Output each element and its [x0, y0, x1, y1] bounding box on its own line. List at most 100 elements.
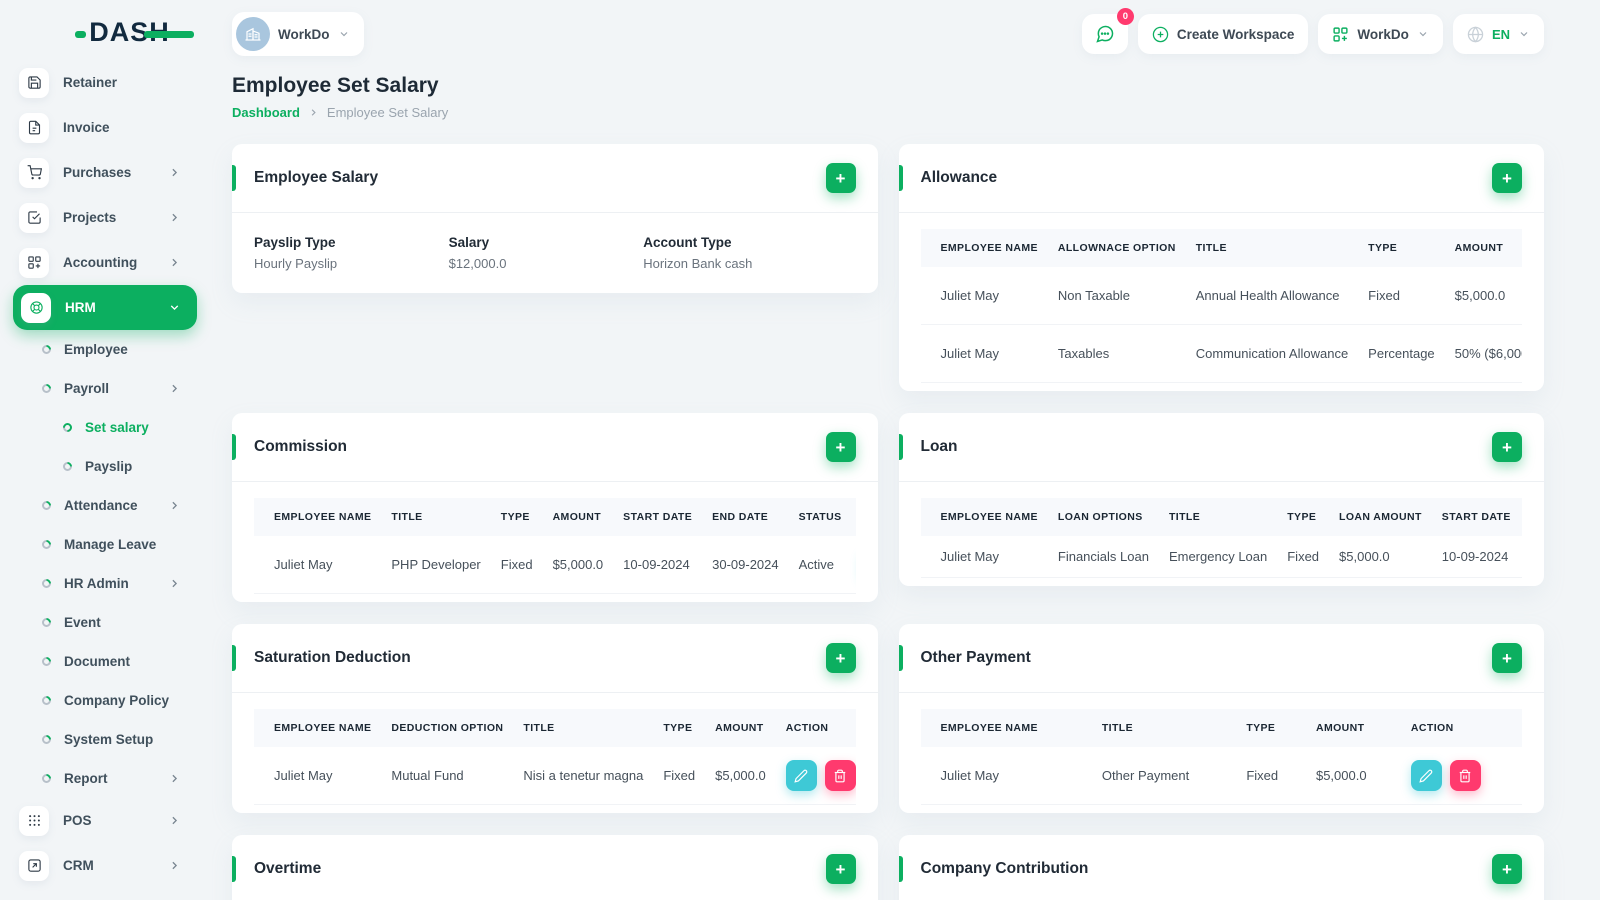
column-header: AMOUNT	[542, 498, 614, 536]
card-employee-salary: Employee Salary + Payslip Type Hourly Pa…	[232, 144, 878, 293]
cell: Juliet May	[254, 747, 382, 805]
add-saturation-deduction-button[interactable]: +	[825, 643, 856, 673]
field-label: Salary	[448, 235, 490, 250]
sidebar-item-projects[interactable]: Projects	[13, 195, 197, 240]
breadcrumb-dashboard-link[interactable]: Dashboard	[232, 105, 300, 120]
chevron-down-icon	[168, 301, 181, 314]
sidebar-item-label: Payslip	[85, 459, 133, 474]
sidebar-item-set-salary[interactable]: Set salary	[13, 408, 197, 447]
column-header: TITLE	[1091, 709, 1237, 747]
sidebar-item-hr-admin[interactable]: HR Admin	[13, 564, 197, 603]
breadcrumb-current: Employee Set Salary	[326, 105, 449, 120]
sidebar-item-document[interactable]: Document	[13, 642, 197, 681]
edit-button[interactable]	[785, 760, 817, 791]
bullet-icon	[40, 538, 53, 551]
cell-actions	[851, 536, 856, 594]
sidebar-item-retainer[interactable]: Retainer	[13, 60, 197, 105]
card-title: Commission	[254, 438, 348, 455]
sidebar-item-hrm[interactable]: HRM	[13, 285, 197, 330]
projects-icon	[19, 202, 49, 233]
bullet-icon	[40, 382, 53, 395]
add-commission-button[interactable]: +	[825, 432, 856, 462]
language-selector[interactable]: EN	[1452, 14, 1544, 54]
column-header: EMPLOYEE NAME	[920, 709, 1092, 747]
other-payment-table: EMPLOYEE NAME TITLE TYPE AMOUNT ACTION Juliet…	[920, 709, 1522, 805]
cell: 50% ($6,000.0)	[1444, 324, 1522, 383]
cell: 10-09-2024	[1431, 536, 1521, 578]
cell: Fixed	[653, 747, 706, 805]
sidebar-item-report[interactable]: Report	[13, 759, 197, 798]
chevron-right-icon	[168, 577, 181, 590]
cell: Non Taxable	[1047, 267, 1186, 325]
bullet-icon	[61, 460, 74, 473]
chevron-right-icon	[308, 107, 319, 118]
chevron-down-icon	[1417, 28, 1429, 40]
cell: Annual Health Allowance	[1185, 267, 1359, 325]
purchases-icon	[19, 157, 49, 188]
column-header: EMPLOYEE NAME	[254, 498, 382, 536]
globe-icon	[1467, 25, 1484, 43]
sidebar-item-event[interactable]: Event	[13, 603, 197, 642]
messages-button[interactable]: 0	[1081, 8, 1134, 54]
sidebar-item-company-policy[interactable]: Company Policy	[13, 681, 197, 720]
sidebar-item-system-setup[interactable]: System Setup	[13, 720, 197, 759]
sidebar-item-employee[interactable]: Employee	[13, 330, 197, 369]
card-overtime: Overtime +	[232, 835, 878, 900]
workdo-menu-button[interactable]: WorkDo	[1318, 14, 1443, 54]
bullet-icon	[40, 616, 53, 629]
sidebar-item-purchases[interactable]: Purchases	[13, 150, 197, 195]
sidebar-item-label: POS	[63, 813, 92, 828]
cell: Fixed	[1236, 747, 1306, 805]
grid-plus-icon	[1332, 26, 1349, 43]
add-company-contribution-button[interactable]: +	[1492, 854, 1522, 884]
sidebar-item-payslip[interactable]: Payslip	[13, 447, 197, 486]
chevron-right-icon	[168, 499, 181, 512]
bullet-icon	[40, 577, 53, 590]
retainer-icon	[19, 67, 49, 98]
add-loan-button[interactable]: +	[1492, 432, 1522, 462]
cell: $5,000.0	[705, 747, 776, 805]
column-header: END DATE	[1520, 498, 1522, 536]
card-company-contribution: Company Contribution +	[898, 835, 1544, 900]
sidebar-item-attendance[interactable]: Attendance	[13, 486, 197, 525]
chevron-right-icon	[168, 772, 181, 785]
chevron-right-icon	[168, 211, 181, 224]
sidebar-item-crm[interactable]: CRM	[13, 843, 197, 888]
table-row: Juliet May Non Taxable Annual Health Allow…	[920, 267, 1522, 325]
field-salary: Salary $12,000.0	[449, 235, 634, 271]
workspace-switcher[interactable]: WorkDo	[232, 12, 364, 56]
sidebar-item-payroll[interactable]: Payroll	[13, 369, 197, 408]
cell: Juliet May	[254, 536, 382, 594]
card-loan: Loan + EMPLOYEE NAME LOAN OPTIONS TITLE TYP…	[898, 413, 1544, 586]
create-workspace-button[interactable]: Create Workspace	[1137, 14, 1309, 54]
sidebar-item-accounting[interactable]: Accounting	[13, 240, 197, 285]
sidebar-item-manage-leave[interactable]: Manage Leave	[13, 525, 197, 564]
topbar: WorkDo 0 Create Workspace WorkDo EN	[212, 0, 1600, 58]
sidebar-item-label: HRM	[65, 300, 96, 315]
cell: Fixed	[490, 536, 543, 594]
bullet-icon	[40, 343, 53, 356]
add-other-payment-button[interactable]: +	[1492, 643, 1522, 673]
edit-button[interactable]	[1410, 760, 1442, 791]
sidebar-item-invoice[interactable]: Invoice	[13, 105, 197, 150]
cell: Nisi a tenetur magna	[513, 747, 654, 805]
logo-bar-icon	[143, 30, 194, 38]
workspace-name: WorkDo	[278, 26, 330, 42]
chevron-right-icon	[168, 859, 181, 872]
sidebar-item-label: Report	[64, 771, 108, 786]
sidebar-item-label: HR Admin	[64, 576, 129, 591]
table-row: Juliet May Mutual Fund Nisi a tenetur magn…	[254, 747, 856, 805]
add-employee-salary-button[interactable]: +	[825, 163, 856, 193]
sidebar-item-label: Invoice	[63, 120, 110, 135]
add-overtime-button[interactable]: +	[825, 854, 856, 884]
crm-icon	[19, 850, 49, 881]
add-allowance-button[interactable]: +	[1492, 163, 1522, 193]
sidebar-item-label: Event	[64, 615, 101, 630]
delete-button[interactable]	[1449, 760, 1481, 791]
sidebar-item-pos[interactable]: POS	[13, 798, 197, 843]
cell: Juliet May	[920, 324, 1048, 383]
pos-icon	[19, 805, 49, 836]
table-row: Juliet May Taxables Communication Allowanc…	[920, 324, 1522, 383]
delete-button[interactable]	[824, 760, 856, 791]
allowance-table: EMPLOYEE NAME ALLOWNACE OPTION TITLE TYPE AM…	[920, 229, 1522, 383]
